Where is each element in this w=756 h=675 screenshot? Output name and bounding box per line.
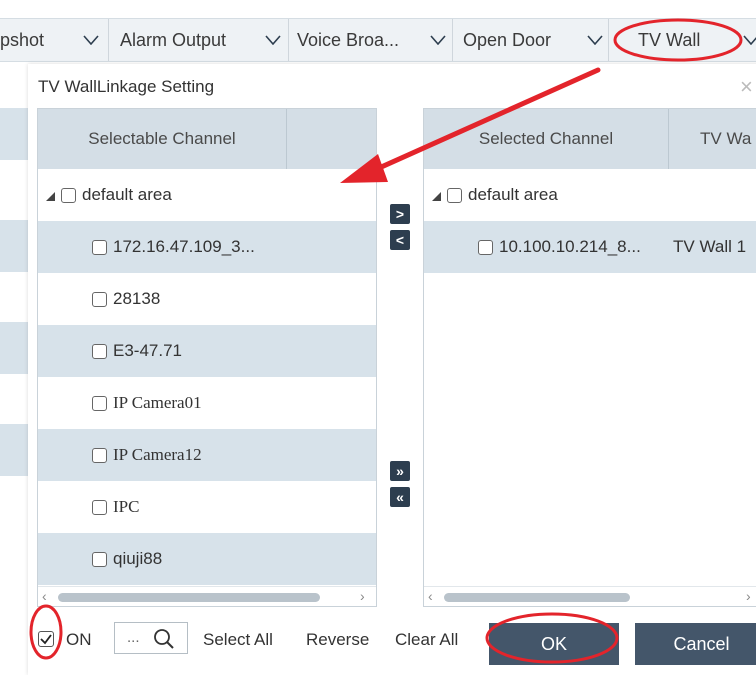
reverse-link[interactable]: Reverse — [306, 630, 369, 650]
search-icon[interactable] — [153, 628, 175, 650]
scroll-thumb[interactable] — [444, 593, 630, 602]
tab-label: Voice Broa... — [297, 29, 400, 50]
tree-root-label: default area — [82, 185, 172, 204]
tab-label: TV Wall — [638, 29, 701, 50]
ok-button[interactable]: OK — [489, 623, 619, 665]
tab-open-door[interactable]: Open Door — [463, 19, 551, 61]
tree-root-row[interactable]: default area — [38, 169, 376, 221]
channel-label: qiuji88 — [113, 549, 163, 568]
checkbox[interactable] — [92, 551, 107, 567]
channel-label: IP Camera12 — [113, 445, 202, 464]
list-item[interactable]: IPC — [38, 481, 376, 533]
expand-triangle-icon[interactable] — [46, 191, 55, 201]
panel-header: Selected Channel TV Wa — [424, 109, 756, 169]
horizontal-scrollbar[interactable]: ‹ › — [38, 586, 376, 606]
tab-label: Open Door — [463, 29, 552, 50]
selected-channel-panel: Selected Channel TV Wa default area 10.1… — [423, 108, 756, 607]
tab-label: pshot — [0, 29, 45, 50]
cancel-button[interactable]: Cancel — [635, 623, 756, 665]
checkbox[interactable] — [92, 447, 107, 463]
list-item[interactable]: 28138 — [38, 273, 376, 325]
panel-header: Selectable Channel — [38, 109, 376, 169]
move-all-right-button[interactable]: » — [390, 461, 410, 481]
browse-field[interactable]: ... — [114, 622, 188, 654]
chevron-down-icon[interactable] — [262, 28, 284, 52]
checkbox[interactable] — [92, 395, 107, 411]
column-header-selectable-channel[interactable]: Selectable Channel — [38, 109, 286, 169]
list-item[interactable]: 172.16.47.109_3... — [38, 221, 376, 273]
list-item[interactable]: IP Camera12 — [38, 429, 376, 481]
tab-snapshot[interactable]: pshot — [0, 19, 44, 61]
scroll-left-icon[interactable]: ‹ — [42, 588, 47, 604]
chevron-down-icon[interactable] — [427, 28, 449, 52]
on-label: ON — [66, 630, 92, 649]
dialog-footer: ON ... Select All Reverse Clear All OK C… — [28, 616, 756, 666]
list-item[interactable]: E3-47.71 — [38, 325, 376, 377]
list-item[interactable]: qiuji88 — [38, 533, 376, 585]
select-all-link[interactable]: Select All — [203, 630, 273, 650]
scroll-right-icon[interactable]: › — [360, 588, 365, 604]
toolbar: pshot Alarm Output Voice Broa... Open Do… — [0, 0, 756, 64]
checkbox[interactable] — [92, 239, 107, 255]
on-checkbox[interactable] — [38, 631, 54, 647]
channel-label: 28138 — [113, 289, 161, 308]
browse-dots: ... — [127, 629, 140, 646]
scroll-right-icon[interactable]: › — [746, 588, 751, 604]
clear-all-link[interactable]: Clear All — [395, 630, 458, 650]
channel-label: 10.100.10.214_8... — [499, 237, 641, 256]
tab-alarm-output[interactable]: Alarm Output — [120, 19, 226, 61]
tree-root-label: default area — [468, 185, 558, 204]
tv-wall-label: TV Wall 1 — [673, 237, 747, 256]
selectable-channel-panel: Selectable Channel default area 172.16.4… — [37, 108, 377, 607]
background-page — [0, 62, 28, 582]
checkbox[interactable] — [92, 343, 107, 359]
tab-tv-wall[interactable]: TV Wall — [638, 19, 700, 61]
channel-label: E3-47.71 — [113, 341, 182, 360]
tree-root-row[interactable]: default area — [424, 169, 756, 221]
chevron-down-icon[interactable] — [740, 28, 756, 52]
channel-label: IPC — [113, 497, 140, 516]
checkbox[interactable] — [61, 187, 76, 203]
checkbox[interactable] — [92, 291, 107, 307]
channel-label: 172.16.47.109_3... — [113, 237, 255, 256]
background-row — [0, 220, 28, 272]
background-row — [0, 322, 28, 374]
expand-triangle-icon[interactable] — [432, 191, 441, 201]
close-icon[interactable]: × — [740, 74, 753, 100]
move-right-button[interactable]: > — [390, 204, 410, 224]
background-row — [0, 424, 28, 476]
checkmark-icon — [40, 634, 52, 645]
tv-wall-linkage-dialog: TV WallLinkage Setting × Selectable Chan… — [28, 64, 756, 675]
checkbox[interactable] — [478, 239, 493, 255]
move-left-button[interactable]: < — [390, 230, 410, 250]
move-all-left-button[interactable]: « — [390, 487, 410, 507]
channel-label: IP Camera01 — [113, 393, 202, 412]
tab-voice-broadcast[interactable]: Voice Broa... — [297, 19, 399, 61]
tab-strip: pshot Alarm Output Voice Broa... Open Do… — [0, 18, 756, 62]
scroll-left-icon[interactable]: ‹ — [428, 588, 433, 604]
chevron-down-icon[interactable] — [80, 28, 102, 52]
dialog-title: TV WallLinkage Setting — [38, 77, 215, 96]
checkbox[interactable] — [447, 187, 462, 203]
scroll-thumb[interactable] — [58, 593, 320, 602]
chevron-down-icon[interactable] — [584, 28, 606, 52]
table-row[interactable]: 10.100.10.214_8... TV Wall 1 — [424, 221, 756, 273]
checkbox[interactable] — [92, 499, 107, 515]
background-row — [0, 108, 28, 160]
horizontal-scrollbar[interactable]: ‹ › — [424, 586, 756, 606]
column-header-tv-wall[interactable]: TV Wa — [668, 109, 756, 169]
list-item[interactable]: IP Camera01 — [38, 377, 376, 429]
tab-label: Alarm Output — [120, 29, 227, 50]
column-header-selected-channel[interactable]: Selected Channel — [424, 109, 668, 169]
